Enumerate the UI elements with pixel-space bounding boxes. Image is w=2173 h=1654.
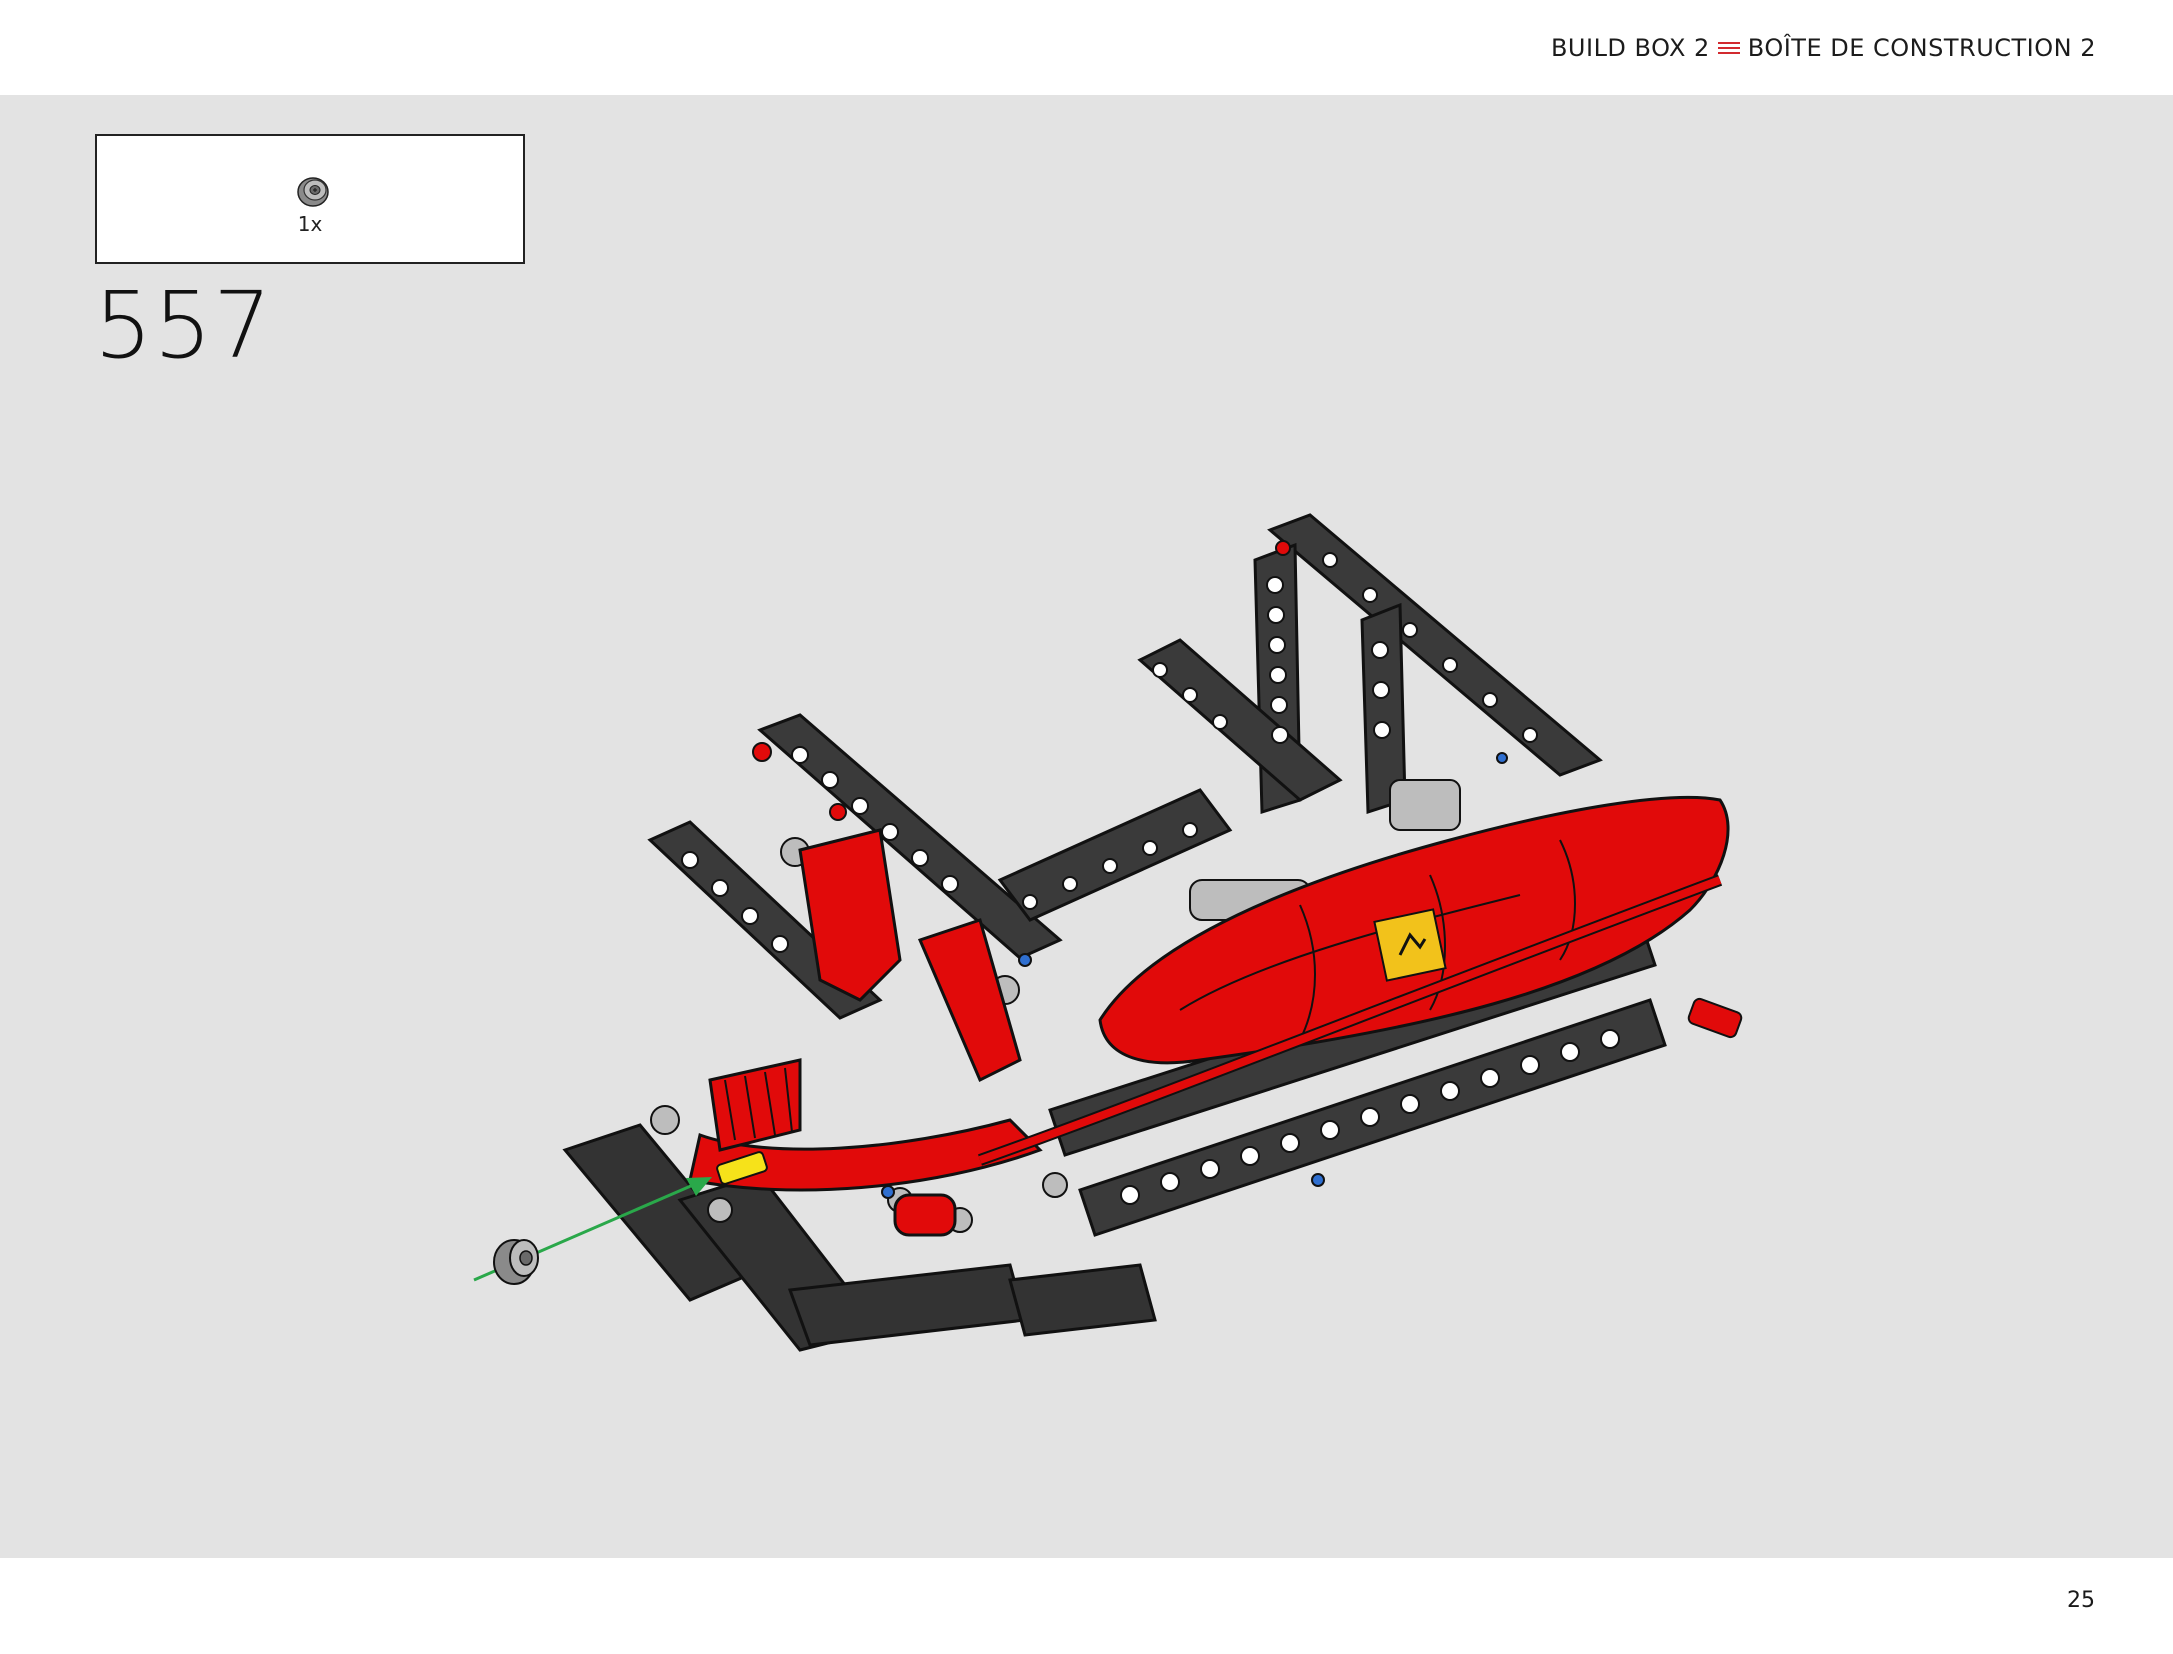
model-illustration (473, 513, 1743, 1352)
page-footer: 25 (0, 1558, 2173, 1654)
page-number: 25 (2067, 1588, 2095, 1613)
rear-frame (1137, 513, 1603, 815)
bush-part-icon (493, 1239, 539, 1285)
